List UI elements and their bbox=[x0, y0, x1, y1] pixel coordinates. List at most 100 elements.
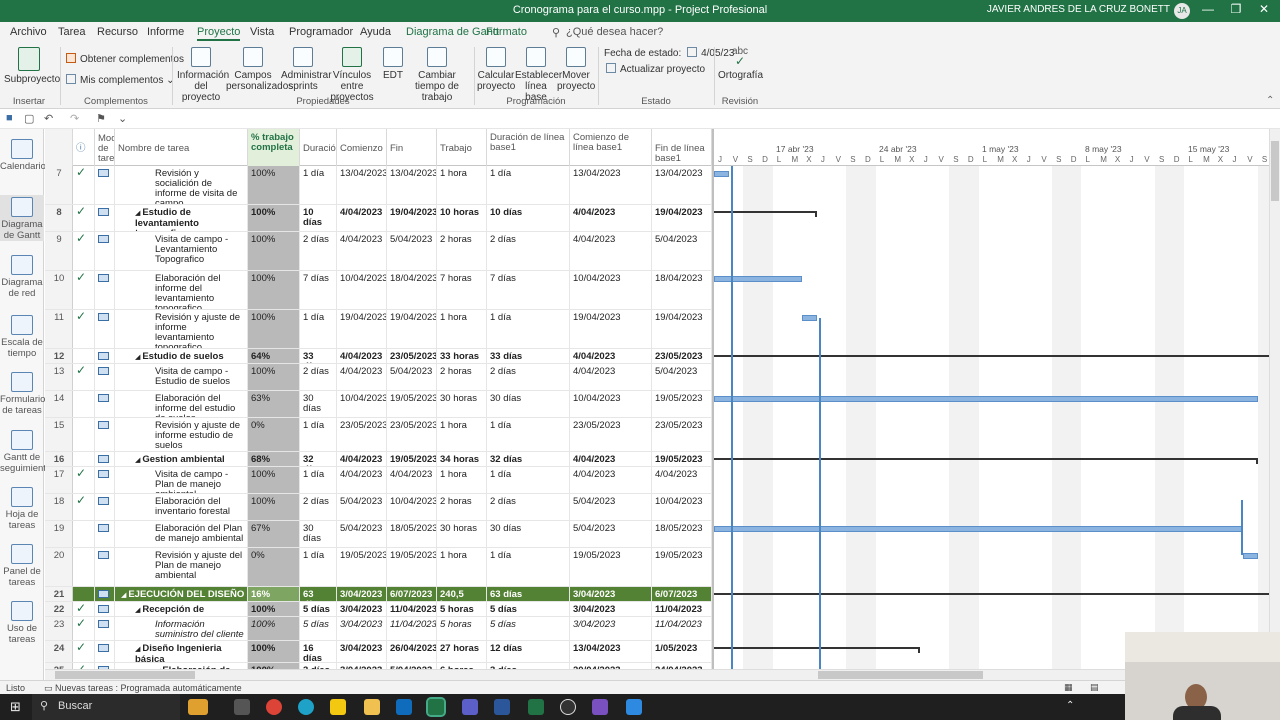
baseline-start[interactable]: 19/04/2023 bbox=[570, 310, 652, 348]
app-icon[interactable] bbox=[592, 699, 608, 715]
start-date[interactable]: 4/04/2023 bbox=[337, 232, 387, 270]
col-baseline-start[interactable]: Comienzo de línea base1 bbox=[570, 129, 652, 166]
finish-date[interactable]: 6/07/2023 bbox=[387, 587, 437, 601]
task-mode-icon[interactable] bbox=[95, 494, 115, 520]
task-mode-icon[interactable] bbox=[95, 205, 115, 231]
task-name[interactable]: ◢ Gestion ambiental bbox=[115, 452, 248, 466]
task-bar[interactable] bbox=[714, 526, 1244, 532]
completed-check-icon[interactable]: ✓ bbox=[73, 271, 95, 309]
new-tasks-mode[interactable]: ▭ Nuevas tareas : Programada automáticam… bbox=[44, 683, 242, 694]
task-mode-icon[interactable] bbox=[95, 418, 115, 451]
view-timeline[interactable]: Escala de tiempo bbox=[0, 315, 44, 359]
completed-check-icon[interactable] bbox=[73, 391, 95, 417]
finish-date[interactable]: 19/05/2023 bbox=[387, 548, 437, 586]
task-name[interactable]: ◢ Diseño Ingenieria básica bbox=[115, 641, 248, 662]
task-name[interactable]: Revisión y ajuste de informe levantamien… bbox=[115, 310, 248, 348]
pct-work-complete[interactable]: 100% bbox=[248, 271, 300, 309]
work[interactable]: 30 horas bbox=[437, 521, 487, 547]
baseline-finish[interactable]: 18/04/2023 bbox=[652, 271, 712, 309]
col-name[interactable]: Nombre de tarea bbox=[115, 129, 248, 166]
excel-icon[interactable] bbox=[528, 699, 544, 715]
row-id[interactable]: 11 bbox=[45, 310, 73, 348]
row-id[interactable]: 13 bbox=[45, 364, 73, 390]
duration[interactable]: 2 días bbox=[300, 494, 337, 520]
completed-check-icon[interactable]: ✓ bbox=[73, 641, 95, 662]
baseline-duration[interactable]: 32 días bbox=[487, 452, 570, 466]
horizontal-scrollbar[interactable] bbox=[45, 669, 1269, 680]
duration[interactable]: 1 día bbox=[300, 418, 337, 451]
task-name[interactable]: Elaboración del informe del estudio de s… bbox=[115, 391, 248, 417]
minimize-button[interactable]: — bbox=[1198, 2, 1218, 16]
work[interactable]: 1 hora bbox=[437, 166, 487, 204]
completed-check-icon[interactable]: ✓ bbox=[73, 310, 95, 348]
tab-ayuda[interactable]: Ayuda bbox=[360, 26, 391, 38]
baseline-finish[interactable]: 13/04/2023 bbox=[652, 166, 712, 204]
baseline-duration[interactable]: 5 días bbox=[487, 617, 570, 640]
duration[interactable]: 30 días bbox=[300, 391, 337, 417]
gantt-scroll-thumb[interactable] bbox=[818, 671, 983, 679]
task-name[interactable]: ◢ Estudio de levantamiento topografico bbox=[115, 205, 248, 231]
baseline-duration[interactable]: 12 días bbox=[487, 641, 570, 662]
change-working-time-button[interactable]: Cambiar tiempo de trabajo bbox=[406, 47, 468, 103]
tab-diagrama-de-gantt[interactable]: Diagrama de Gantt bbox=[406, 26, 499, 38]
work[interactable]: 5 horas bbox=[437, 617, 487, 640]
task-name[interactable]: Elaboración del inventario forestal bbox=[115, 494, 248, 520]
work[interactable]: 1 hora bbox=[437, 548, 487, 586]
finish-date[interactable]: 11/04/2023 bbox=[387, 617, 437, 640]
tab-informe[interactable]: Informe bbox=[147, 26, 184, 38]
row-id[interactable]: 16 bbox=[45, 452, 73, 466]
customize-qat-icon[interactable]: ⌄ bbox=[118, 112, 127, 125]
tab-programador[interactable]: Programador bbox=[289, 26, 353, 38]
start-date[interactable]: 4/04/2023 bbox=[337, 452, 387, 466]
pct-work-complete[interactable]: 100% bbox=[248, 494, 300, 520]
task-name[interactable]: ◢ EJECUCIÓN DEL DISEÑO bbox=[115, 587, 248, 601]
task-bar[interactable] bbox=[714, 396, 1258, 402]
start-date[interactable]: 4/04/2023 bbox=[337, 364, 387, 390]
subproject-button[interactable]: Subproyecto bbox=[4, 47, 60, 85]
wbs-button[interactable]: EDT bbox=[380, 47, 406, 81]
completed-check-icon[interactable]: ✓ bbox=[73, 232, 95, 270]
table-row[interactable]: 24 ✓ ◢ Diseño Ingenieria básica 100% 16 días… bbox=[45, 641, 712, 663]
completed-check-icon[interactable]: ✓ bbox=[73, 494, 95, 520]
start-date[interactable]: 3/04/2023 bbox=[337, 602, 387, 616]
task-name[interactable]: Revisión y ajuste del Plan de manejo amb… bbox=[115, 548, 248, 586]
baseline-start[interactable]: 4/04/2023 bbox=[570, 205, 652, 231]
media-player-icon[interactable] bbox=[560, 699, 576, 715]
task-mode-icon[interactable] bbox=[95, 587, 115, 601]
word-icon[interactable] bbox=[494, 699, 510, 715]
finish-date[interactable]: 19/05/2023 bbox=[387, 391, 437, 417]
task-name[interactable]: ◢ Recepción de información bbox=[115, 602, 248, 616]
select-all-cell[interactable] bbox=[45, 129, 73, 166]
duration[interactable]: 63 días bbox=[300, 587, 337, 601]
completed-check-icon[interactable] bbox=[73, 452, 95, 466]
start-date[interactable]: 10/04/2023 bbox=[337, 391, 387, 417]
baseline-duration[interactable]: 1 día bbox=[487, 467, 570, 493]
finish-date[interactable]: 19/04/2023 bbox=[387, 205, 437, 231]
edge-icon[interactable] bbox=[298, 699, 314, 715]
start-date[interactable]: 5/04/2023 bbox=[337, 521, 387, 547]
duration[interactable]: 2 días bbox=[300, 364, 337, 390]
chrome-icon[interactable] bbox=[266, 699, 282, 715]
tab-vista[interactable]: Vista bbox=[250, 26, 274, 38]
vertical-scrollbar[interactable] bbox=[1269, 129, 1280, 669]
work[interactable]: 30 horas bbox=[437, 391, 487, 417]
baseline-finish[interactable]: 6/07/2023 bbox=[652, 587, 712, 601]
baseline-finish[interactable]: 19/05/2023 bbox=[652, 548, 712, 586]
completed-check-icon[interactable] bbox=[73, 521, 95, 547]
row-id[interactable]: 20 bbox=[45, 548, 73, 586]
table-row[interactable]: 13 ✓ Visita de campo - Estudio de suelos 10… bbox=[45, 364, 712, 391]
completed-check-icon[interactable] bbox=[73, 418, 95, 451]
filter-icon[interactable]: ⚑ bbox=[96, 112, 106, 125]
start-date[interactable]: 3/04/2023 bbox=[337, 641, 387, 662]
start-date[interactable]: 4/04/2023 bbox=[337, 205, 387, 231]
baseline-duration[interactable]: 33 días bbox=[487, 349, 570, 363]
collapse-ribbon-icon[interactable]: ⌃ bbox=[1266, 95, 1274, 106]
table-row[interactable]: 16 ◢ Gestion ambiental68% 32 días 4/04/2023… bbox=[45, 452, 712, 467]
summary-bar[interactable] bbox=[714, 647, 920, 649]
briefcase-icon[interactable] bbox=[188, 699, 208, 715]
row-id[interactable]: 18 bbox=[45, 494, 73, 520]
completed-check-icon[interactable]: ✓ bbox=[73, 166, 95, 204]
col-baseline-finish[interactable]: Fin de línea base1 bbox=[652, 129, 712, 166]
pct-work-complete[interactable]: 68% bbox=[248, 452, 300, 466]
finish-date[interactable]: 19/04/2023 bbox=[387, 310, 437, 348]
